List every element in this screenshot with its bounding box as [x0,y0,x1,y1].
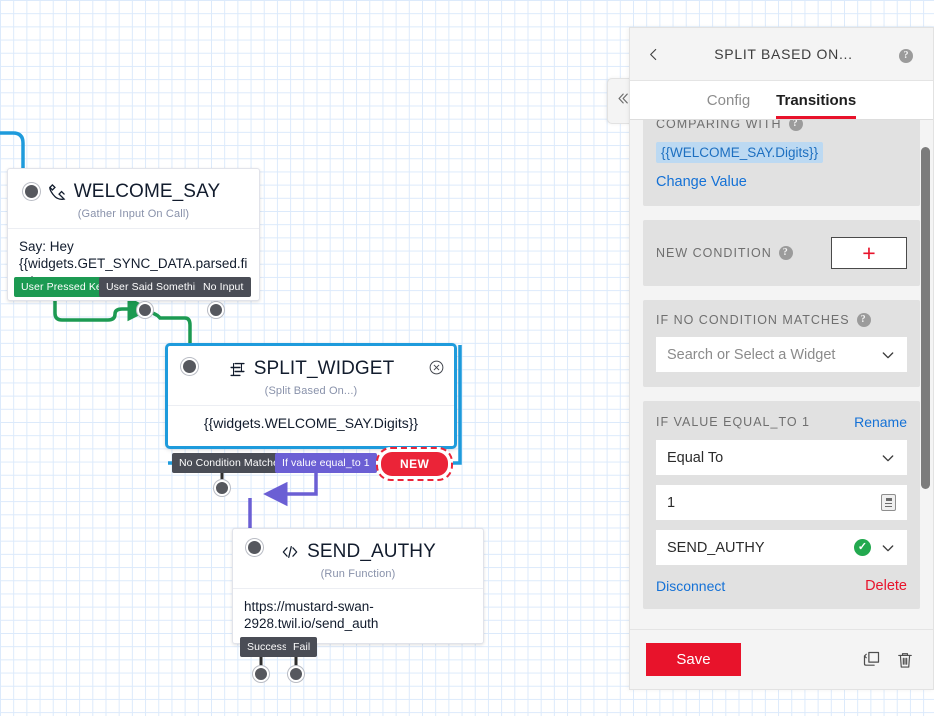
input-value: 1 [667,494,676,511]
select-value: Equal To [667,449,724,466]
node-header: SEND_AUTHY (Run Function) [233,529,483,588]
node-subtitle: (Run Function) [320,568,396,580]
section-condition-equal-to-1: IF VALUE EQUAL_TO 1 Rename Equal To 1 SE… [643,401,920,609]
panel-footer: Save [630,629,933,689]
delete-condition-link[interactable]: Delete [865,578,907,594]
panel-scrollbar[interactable] [921,120,930,629]
section-label: COMPARING WITH ? [656,120,907,131]
select-value: Search or Select a Widget [667,346,836,363]
help-icon[interactable]: ? [788,120,803,131]
panel-header: SPLIT BASED ON... ? [630,28,933,81]
tab-config[interactable]: Config [707,92,750,119]
node-output-port-fail[interactable] [288,666,304,682]
help-icon[interactable]: ? [778,246,793,260]
node-body-text: https://mustard-swan-2928.twil.io/send_a… [233,588,483,643]
help-icon[interactable]: ? [856,313,871,327]
widget-node-split-widget[interactable]: SPLIT_WIDGET (Split Based On...) {{widge… [165,343,457,449]
panel-tabs: Config Transitions [630,81,933,120]
node-output-if-value-equal-to-1[interactable]: If value equal_to 1 [275,453,377,473]
split-icon [228,360,247,379]
save-button[interactable]: Save [646,643,741,676]
node-output-port-success[interactable] [253,666,269,682]
section-label: IF NO CONDITION MATCHES ? [656,313,907,327]
widget-node-send-authy[interactable]: SEND_AUTHY (Run Function) https://mustar… [232,528,484,644]
node-output-fail[interactable]: Fail [286,637,318,657]
condition-value-input[interactable]: 1 [656,485,907,520]
section-if-no-condition-matches: IF NO CONDITION MATCHES ? Search or Sele… [643,300,920,387]
phone-icon [47,182,67,202]
condition-target-widget-select[interactable]: SEND_AUTHY ✓ [656,530,907,565]
section-label: IF VALUE EQUAL_TO 1 [656,415,811,429]
select-value: SEND_AUTHY [667,539,765,556]
no-condition-widget-select[interactable]: Search or Select a Widget [656,337,907,372]
close-circle-icon[interactable] [428,359,445,376]
section-label: NEW CONDITION ? [656,246,793,260]
panel-scrollbar-thumb[interactable] [921,147,930,489]
node-output-port-no-condition-matches[interactable] [214,480,230,496]
node-output-port-no-input[interactable] [208,302,224,318]
node-body-text: {{widgets.WELCOME_SAY.Digits}} [168,405,454,446]
comparing-with-token[interactable]: {{WELCOME_SAY.Digits}} [656,142,824,163]
node-title: SPLIT_WIDGET [253,358,395,379]
widget-config-panel[interactable]: SPLIT BASED ON... ? Config Transitions C… [629,27,934,690]
node-subtitle: (Gather Input On Call) [77,208,190,220]
rename-condition-link[interactable]: Rename [854,414,907,430]
node-header: SPLIT_WIDGET (Split Based On...) [168,346,454,405]
check-circle-icon: ✓ [854,539,871,556]
add-condition-button[interactable]: + [831,237,907,269]
node-output-port-user-said-something[interactable] [137,302,153,318]
node-header: WELCOME_SAY (Gather Input On Call) [8,169,259,228]
disconnect-link[interactable]: Disconnect [656,578,725,594]
panel-title: SPLIT BASED ON... [714,46,853,62]
node-output-new-wrapper: NEW [376,447,454,481]
trash-icon[interactable] [895,648,917,672]
condition-operator-select[interactable]: Equal To [656,440,907,475]
change-value-link[interactable]: Change Value [656,174,747,190]
chevron-down-icon [880,540,896,556]
node-subtitle: (Split Based On...) [264,385,358,397]
chevron-down-icon [880,450,896,466]
chevron-down-icon [880,347,896,363]
node-output-no-condition-matches[interactable]: No Condition Matches [172,453,292,473]
section-new-condition: NEW CONDITION ? + [643,220,920,286]
duplicate-icon[interactable] [861,648,883,672]
node-title: SEND_AUTHY [307,541,436,562]
node-output-no-input[interactable]: No Input [196,277,251,297]
node-title: WELCOME_SAY [73,181,221,202]
number-input-icon[interactable] [881,494,896,511]
panel-scroll-area[interactable]: COMPARING WITH ? {{WELCOME_SAY.Digits}} … [630,120,933,629]
section-comparing-with: COMPARING WITH ? {{WELCOME_SAY.Digits}} … [643,120,920,206]
panel-back-button[interactable] [646,45,668,64]
tab-transitions[interactable]: Transitions [776,92,857,119]
node-output-new-button[interactable]: NEW [381,452,449,476]
code-icon [280,542,300,562]
panel-help-icon[interactable]: ? [899,45,917,63]
